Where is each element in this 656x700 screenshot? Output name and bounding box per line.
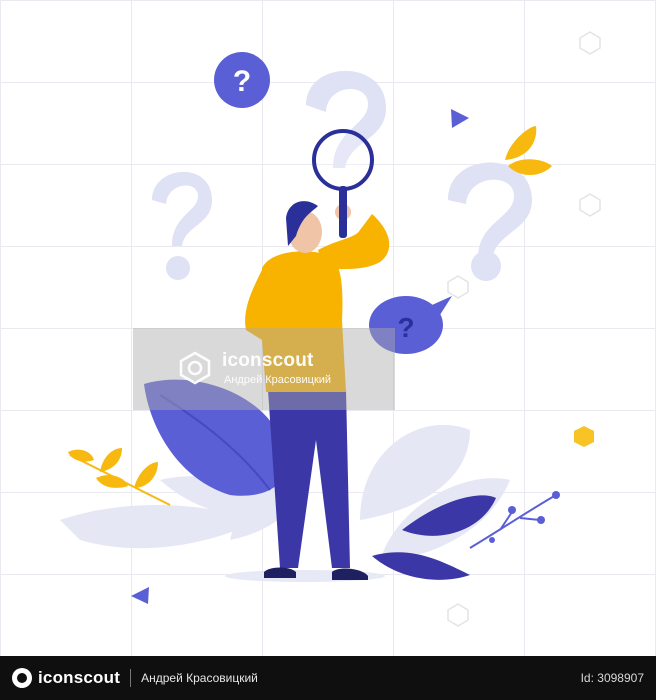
- footer-divider: [130, 669, 132, 687]
- bubble-mark-top: ?: [233, 65, 251, 98]
- footer-author: Андрей Красовицкий: [141, 671, 258, 685]
- triangle-shape-top: [451, 109, 469, 128]
- watermark-logo-icon: [179, 351, 211, 385]
- footer-bar: iconscout Андрей Красовицкий Id: 3098907: [0, 656, 656, 700]
- question-bubble-top: ?: [214, 52, 270, 108]
- question-mark-left: [152, 171, 212, 280]
- watermark-author: Андрей Красовицкий: [224, 374, 332, 386]
- watermark-brand: iconscout: [222, 350, 314, 371]
- question-mark-right: [448, 162, 532, 281]
- footer-brand: iconscout: [38, 668, 121, 687]
- hexagon-shape: [574, 426, 594, 447]
- yellow-leaves-top: [505, 126, 552, 175]
- yellow-branch-left: [68, 448, 171, 506]
- bubble-mark-right: ?: [397, 312, 414, 343]
- watermark-mini-icon: [447, 31, 601, 627]
- footer-logo[interactable]: iconscout: [12, 668, 120, 688]
- illustration-canvas: ? ? iconscout Андрей Красовицкий: [0, 0, 656, 656]
- footer-asset-id: Id: 3098907: [580, 671, 644, 685]
- triangle-shape-bottom: [131, 587, 149, 604]
- iconscout-logo-icon: [12, 668, 32, 688]
